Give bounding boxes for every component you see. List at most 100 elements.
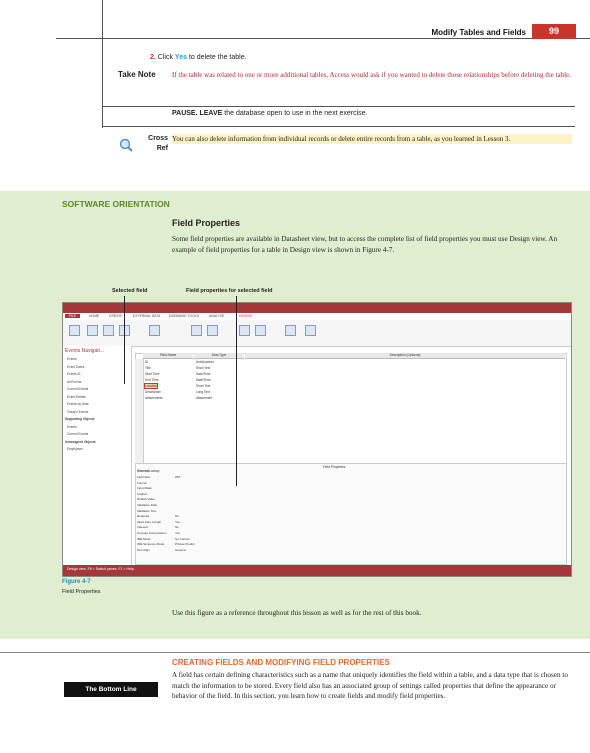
callout-line-properties <box>236 296 237 486</box>
data-type-cell[interactable]: Short Text <box>196 366 210 370</box>
object-dependencies-icon <box>305 325 316 336</box>
section-divider <box>0 652 590 653</box>
nav-item[interactable]: Today's Events <box>67 410 88 414</box>
field-properties-heading: Field Properties <box>323 465 346 469</box>
take-note-label: Take Note <box>118 70 156 79</box>
take-note-text: If the table was related to one or more … <box>172 71 571 79</box>
running-title: Modify Tables and Fields <box>431 28 526 37</box>
figure-label: Figure 4-7 <box>62 579 91 585</box>
tab-home: HOME <box>89 314 100 318</box>
tab-database-tools: DATABASE TOOLS <box>169 314 199 318</box>
nav-item[interactable]: Event Dates <box>67 365 84 369</box>
nav-item[interactable]: Supporting Objects <box>65 417 95 421</box>
nav-item[interactable]: Events <box>67 357 77 361</box>
cross-ref-label: Cross Ref <box>138 134 168 154</box>
margin-rule <box>102 0 103 128</box>
nav-item[interactable]: Current Events <box>67 432 88 436</box>
nav-item[interactable]: Events <box>67 425 77 429</box>
rule <box>103 126 575 127</box>
data-type-cell[interactable]: Date/Time <box>196 378 211 382</box>
rename-macro-icon <box>255 325 266 336</box>
field-name-cell[interactable]: Title <box>145 366 151 370</box>
property-name: Field Size <box>137 475 151 479</box>
tab-analyze: ANALYZE <box>209 314 225 318</box>
pause-bold: PAUSE. LEAVE <box>172 110 223 117</box>
creating-fields-heading: CREATING FIELDS AND MODIFYING FIELD PROP… <box>172 658 390 667</box>
nav-pane-title: Events Navigati... <box>65 348 104 354</box>
data-type-cell[interactable]: Date/Time <box>196 372 211 376</box>
property-name: Text Align <box>137 547 150 552</box>
step-pre: Click <box>157 54 173 61</box>
builder-icon <box>103 325 114 336</box>
insert-rows-icon <box>149 325 160 336</box>
status-text: Design view. F6 = Switch panes. F1 = Hel… <box>67 567 135 571</box>
field-name-cell[interactable]: Location <box>143 383 159 389</box>
field-name-cell[interactable]: ID <box>145 360 148 364</box>
step-post: to delete the table. <box>188 54 247 61</box>
subsection-title: Field Properties <box>172 218 241 228</box>
step-2: 2. Click Yes to delete the table. <box>150 54 247 61</box>
nav-item[interactable]: All Events <box>67 380 81 384</box>
nav-item[interactable]: Unassigned Objects <box>65 440 96 444</box>
status-bar <box>63 565 571 576</box>
creating-fields-body: A field has certain defining characteris… <box>172 671 568 700</box>
view-button-icon <box>69 325 80 336</box>
field-name-cell[interactable]: Attachments <box>145 396 163 400</box>
property-name: Caption <box>137 491 148 496</box>
field-name-cell[interactable]: Start Time <box>145 372 160 376</box>
relationships-icon <box>285 325 296 336</box>
callout-line-selected <box>124 296 125 384</box>
property-name: Required <box>137 514 150 519</box>
callout-selected-field: Selected field <box>112 288 148 294</box>
col-description: Description (Optional) <box>245 353 565 359</box>
col-field-name: Field Name <box>143 353 193 359</box>
property-name: IME Mode <box>137 536 151 541</box>
window-title-bar <box>63 303 571 313</box>
nav-item[interactable]: Events B... <box>67 372 82 376</box>
property-value[interactable]: Phrase Predict <box>175 542 195 546</box>
nav-item[interactable]: Employees <box>67 447 83 451</box>
property-value[interactable]: No <box>175 525 179 529</box>
property-value[interactable]: No <box>175 514 179 518</box>
step-number: 2. <box>150 54 156 61</box>
property-name: Indexed <box>137 525 148 530</box>
property-name: Unicode Compression <box>137 531 167 535</box>
field-name-cell[interactable]: End Time <box>145 378 158 382</box>
header-rule <box>56 38 590 39</box>
property-name: IME Sentence Mode <box>137 542 165 547</box>
nav-item[interactable]: Event Details <box>67 395 86 399</box>
field-name-cell[interactable]: Description <box>145 390 161 394</box>
property-sheet-icon <box>191 325 202 336</box>
property-value[interactable]: 255 <box>175 475 180 479</box>
property-value[interactable]: General <box>175 548 186 552</box>
tab-file: FILE <box>65 314 81 318</box>
yes-keyword: Yes <box>174 54 187 61</box>
nav-item[interactable]: Current Events <box>67 387 88 391</box>
callout-field-properties: Field properties for selected field <box>186 288 273 294</box>
field-properties-pane <box>135 463 567 565</box>
prop-tab-lookup: Lookup <box>149 469 160 473</box>
property-name: Validation Text <box>137 508 157 513</box>
tab-external-data: EXTERNAL DATA <box>133 314 161 318</box>
property-value[interactable]: Yes <box>175 531 180 535</box>
section-title: SOFTWARE ORIENTATION <box>62 199 170 209</box>
data-type-cell[interactable]: Attachment <box>196 396 212 400</box>
data-type-cell[interactable]: AutoNumber <box>196 360 214 364</box>
reference-note: Use this figure as a reference throughou… <box>172 609 422 617</box>
property-value[interactable]: No Control <box>175 537 189 541</box>
property-value[interactable]: Yes <box>175 520 180 524</box>
indexes-icon <box>207 325 218 336</box>
access-screenshot: FILE HOME CREATE EXTERNAL DATA DATABASE … <box>62 302 572 577</box>
pause-instruction: PAUSE. LEAVE the database open to use in… <box>172 110 367 117</box>
cross-ref-text: You can also delete information from ind… <box>172 134 572 144</box>
cross-ref-label-line2: Ref <box>156 145 168 152</box>
nav-item[interactable]: Events by Date <box>67 402 89 406</box>
property-name: Default Value <box>137 497 155 502</box>
prop-tab-general: General <box>137 469 149 473</box>
property-name: Format <box>137 480 147 485</box>
property-name: Allow Zero Length <box>137 519 162 524</box>
row-selector <box>135 359 144 463</box>
figure-caption: Field Properties <box>62 589 101 595</box>
data-type-cell[interactable]: Long Text <box>196 390 210 394</box>
data-type-cell[interactable]: Short Text <box>196 384 210 388</box>
